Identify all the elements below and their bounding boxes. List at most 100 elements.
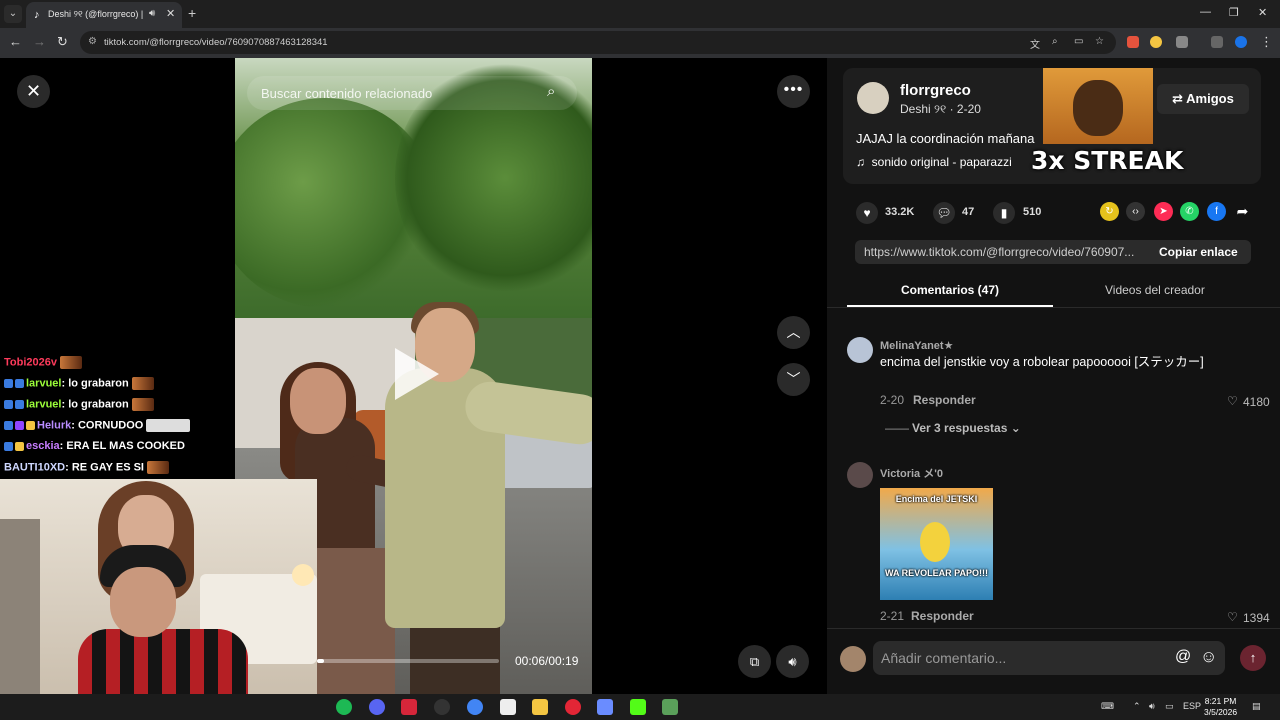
extension-icon[interactable] <box>1150 36 1162 48</box>
chat-badge-icon <box>15 400 24 409</box>
like-heart-icon[interactable]: ♥ <box>856 202 878 224</box>
comment-username[interactable]: Victoria メ'0 <box>880 465 943 481</box>
address-bar[interactable]: ⚙ tiktok.com/@florrgreco/video/760907088… <box>80 31 1116 54</box>
back-icon[interactable]: ← <box>9 34 22 49</box>
tab-comments[interactable]: Comentarios (47) <box>901 283 999 297</box>
minimize-icon[interactable]: — <box>1200 6 1211 18</box>
next-video-button[interactable]: ﹀ <box>777 363 810 396</box>
previous-video-button[interactable]: ︿ <box>777 316 810 349</box>
search-icon[interactable]: ⌕ <box>547 83 555 100</box>
opera-icon[interactable] <box>565 699 581 715</box>
send-to-friend-icon[interactable]: ➤ <box>1154 202 1173 221</box>
commenter-avatar[interactable] <box>847 462 873 488</box>
comment-like-icon[interactable]: ♡ <box>1227 394 1238 408</box>
emoji-icon[interactable]: ☺ <box>1200 647 1217 667</box>
forward-icon[interactable]: → <box>33 34 46 49</box>
video-progress-bar[interactable] <box>317 659 499 663</box>
reload-icon[interactable]: ↻ <box>57 34 68 50</box>
tiktok-icon: ♪ <box>34 9 40 21</box>
extension-icon[interactable] <box>1127 36 1139 48</box>
chat-emote <box>147 461 169 474</box>
mention-icon[interactable]: @ <box>1175 648 1191 666</box>
details-panel: florrgreco Deshi ୨୧ · 2-20 ⇄ Amigos JAJA… <box>827 58 1280 694</box>
facebook-icon[interactable]: f <box>1207 202 1226 221</box>
streamer-webcam <box>0 479 317 694</box>
network-icon[interactable]: ▭ <box>1165 701 1174 712</box>
clock[interactable]: 8:21 PM 3/5/2026 <box>1204 696 1237 718</box>
picture-in-picture-button[interactable]: ⧉ <box>738 645 771 678</box>
comment-like-icon[interactable]: ♡ <box>1227 610 1238 624</box>
app-icon[interactable] <box>662 699 678 715</box>
replies-divider: —— <box>885 421 909 435</box>
share-arrow-icon[interactable]: ➦ <box>1233 202 1252 221</box>
profile-avatar[interactable] <box>1235 36 1247 48</box>
keyboard-icon[interactable]: ⌨ <box>1101 701 1114 712</box>
volume-button[interactable]: 🔊︎ <box>776 645 809 678</box>
obs-icon[interactable] <box>434 699 450 715</box>
copy-link-button[interactable]: Copiar enlace <box>1159 245 1238 259</box>
reading-list-icon[interactable] <box>1211 36 1223 48</box>
commenter-avatar[interactable] <box>847 337 873 363</box>
window-close-icon[interactable]: ✕ <box>1258 6 1267 19</box>
new-tab-icon[interactable]: + <box>188 5 196 21</box>
app-icon[interactable] <box>500 699 516 715</box>
comment-icon[interactable]: 💬︎ <box>933 202 955 224</box>
streak-overlay-text: 3x STREAK <box>1031 146 1184 175</box>
bookmark-star-icon[interactable]: ☆ <box>1095 36 1104 47</box>
chat-emote <box>60 356 82 369</box>
more-options-button[interactable]: ••• <box>777 75 810 108</box>
stream-chat-overlay: Tobi2026v larvuel: lo grabaron larvuel: … <box>0 356 235 484</box>
sound-link[interactable]: ♫ sonido original - paparazzi <box>856 155 1012 169</box>
video-person <box>290 368 346 434</box>
app-icon[interactable] <box>401 699 417 715</box>
translate-icon[interactable]: 文 <box>1030 36 1040 51</box>
post-comment-button[interactable]: ↑ <box>1240 645 1266 671</box>
app-icon[interactable] <box>597 699 613 715</box>
menu-kebab-icon[interactable]: ⋮ <box>1260 34 1273 50</box>
chat-emote <box>131 398 154 411</box>
add-comment-input[interactable]: Añadir comentario... @ ☺ <box>873 641 1225 675</box>
tray-chevron-icon[interactable]: ⌃ <box>1133 701 1141 712</box>
related-search-input[interactable]: Buscar contenido relacionado ⌕ <box>247 76 577 110</box>
audio-playing-icon[interactable]: 🔊︎ <box>149 8 155 19</box>
discord-icon[interactable] <box>369 699 385 715</box>
whatsapp-icon[interactable]: ✆ <box>1180 202 1199 221</box>
chat-emote <box>131 377 154 390</box>
close-video-button[interactable]: ✕ <box>17 75 50 108</box>
kick-icon[interactable] <box>630 699 646 715</box>
browser-tab[interactable]: ♪ Deshi ୨୧ (@florrgreco) | Tik 🔊︎ ✕ <box>26 2 182 28</box>
tab-search-icon[interactable]: ⌄ <box>4 5 22 23</box>
tab-creator-videos[interactable]: Videos del creador <box>1105 283 1205 297</box>
play-icon[interactable] <box>395 348 439 400</box>
extensions-puzzle-icon[interactable] <box>1176 36 1188 48</box>
author-subline: Deshi ୨୧ · 2-20 <box>900 102 981 116</box>
video-person <box>315 548 395 694</box>
spotify-icon[interactable] <box>336 699 352 715</box>
site-info-icon[interactable]: ⚙ <box>88 36 97 47</box>
friends-button[interactable]: ⇄ Amigos <box>1157 84 1249 114</box>
notifications-icon[interactable]: ▤ <box>1252 701 1261 712</box>
language-indicator[interactable]: ESP <box>1183 701 1201 711</box>
meme-top-text: Encima del JETSKI <box>895 494 978 504</box>
speaker-icon[interactable]: 🔊︎ <box>1149 701 1155 712</box>
restore-icon[interactable]: ❐ <box>1229 6 1239 19</box>
author-avatar[interactable] <box>857 82 889 114</box>
author-username[interactable]: florrgreco <box>900 82 971 99</box>
comment-sticker-image[interactable]: Encima del JETSKI WA REVOLEAR PAPO!!! <box>880 488 993 600</box>
cast-icon[interactable]: ▭ <box>1074 36 1083 47</box>
zoom-icon[interactable]: ⌕ <box>1052 36 1058 47</box>
share-link-url[interactable]: https://www.tiktok.com/@florrgreco/video… <box>864 245 1146 259</box>
reply-button[interactable]: Responder <box>911 609 974 623</box>
file-explorer-icon[interactable] <box>532 699 548 715</box>
tab-close-icon[interactable]: ✕ <box>166 7 175 20</box>
embed-icon[interactable]: ‹› <box>1126 202 1145 221</box>
reply-button[interactable]: Responder <box>913 393 976 407</box>
bookmark-icon[interactable]: ▮ <box>993 202 1015 224</box>
chat-user: esckia <box>26 440 60 452</box>
chrome-icon[interactable] <box>467 699 483 715</box>
comment-like-count: 1394 <box>1243 611 1270 625</box>
repost-icon[interactable]: ↻ <box>1100 202 1119 221</box>
comment-username[interactable]: MelinaYanet★ <box>880 339 953 352</box>
view-replies-button[interactable]: Ver 3 respuestas ⌄ <box>912 421 1021 435</box>
webcam-lamp <box>292 564 314 586</box>
